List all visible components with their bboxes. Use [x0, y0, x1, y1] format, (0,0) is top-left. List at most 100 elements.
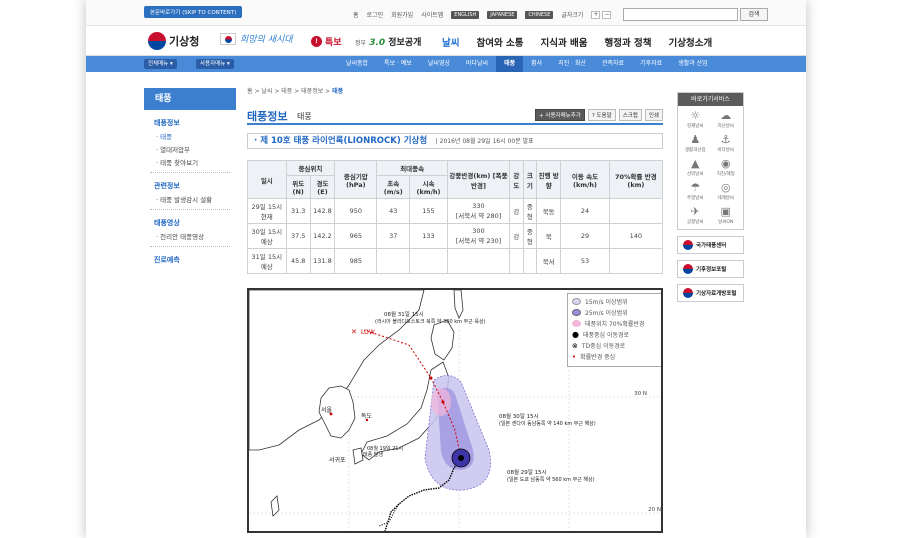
label-30-time: 08월 30일 15시	[499, 412, 539, 420]
banner-typhoon-center[interactable]: 국가태풍센터	[677, 236, 744, 254]
divider	[150, 246, 230, 247]
menu-participation[interactable]: 참여와 소통	[476, 35, 523, 49]
skip-to-content-link[interactable]: 본문바로가기 (SKIP TO CONTENT)	[144, 6, 243, 18]
sub-yellow-dust[interactable]: 황사	[523, 56, 550, 72]
cell-speed: 53	[560, 248, 610, 274]
menu-policy[interactable]: 행정과 정책	[605, 35, 652, 49]
banner-data-portal[interactable]: 기상자료개방포털	[677, 284, 744, 302]
utility-bar: 본문바로가기 (SKIP TO CONTENT) 홈 로그인 회원가입 사이트맵…	[86, 0, 806, 26]
crumb-typhoon-info[interactable]: 태풍정보	[301, 88, 323, 95]
help-button[interactable]: ? 도움말	[587, 109, 616, 121]
cell-strength: 강	[509, 198, 524, 224]
quick-marine[interactable]: ⚓ 바다날씨	[711, 134, 742, 154]
menu-about[interactable]: 기상청소개	[669, 35, 713, 49]
cell-time: 29일 15시 현재	[247, 198, 287, 224]
seoul-label: 서울	[321, 406, 333, 414]
th-probability: 70%확률 반경 (km)	[608, 160, 664, 199]
lnb-typhoon-info[interactable]: 태풍정보	[154, 118, 236, 128]
sub-climate[interactable]: 기후자료	[632, 56, 670, 72]
lang-japanese[interactable]: JAPANESE	[487, 10, 518, 19]
lnb-item-typhoon[interactable]: · 태풍	[156, 131, 236, 141]
quick-airport[interactable]: ✈ 공항날씨	[680, 206, 711, 226]
page-title: 태풍정보	[247, 110, 288, 123]
quick-life-industry[interactable]: ♟ 생활과산업	[680, 134, 711, 154]
cell-lon: 131.8	[309, 248, 336, 274]
quick-past-weather[interactable]: ☁ 지난날씨	[711, 109, 742, 130]
sub-weather-summary[interactable]: 날씨종합	[338, 56, 376, 72]
quick-label: 현재날씨	[686, 124, 704, 129]
table-row: 31일 15시 예상 45.8 131.8 985 북서 53	[247, 248, 664, 274]
sub-life-industry[interactable]: 생활과 산업	[670, 56, 716, 72]
th-time: 일시	[247, 160, 287, 199]
radius-value: 300	[472, 227, 485, 235]
search-button[interactable]: 검색	[740, 8, 768, 21]
crumb-weather[interactable]: 날씨	[261, 88, 272, 95]
signup-link[interactable]: 회원가입	[391, 10, 413, 19]
font-minus-button[interactable]: −	[602, 10, 612, 19]
lnb-item-typhoon-search[interactable]: · 태풍 찾아보기	[156, 157, 236, 167]
typhoon-track-map[interactable]: ✕ LOW 08월 31일 15시 (러시아 블라디보스토크 북쪽 약 300 …	[247, 288, 663, 533]
lnb-item-satellite[interactable]: · 천리안 태풍영상	[156, 231, 236, 241]
lnb-related-info[interactable]: 관련정보	[154, 181, 236, 191]
sub-earthquake[interactable]: 지진 · 화산	[550, 56, 594, 72]
sub-warning-forecast[interactable]: 특보 · 예보	[376, 56, 420, 72]
print-button[interactable]: 인쇄	[644, 109, 663, 121]
lang-chinese[interactable]: CHINESE	[525, 10, 554, 19]
crumb-typhoon[interactable]: 태풍	[281, 88, 292, 95]
lang-english[interactable]: ENGLISH	[451, 10, 480, 19]
search-input[interactable]	[623, 8, 738, 21]
sub-typhoon[interactable]: 태풍	[496, 56, 524, 72]
cell-time: 30일 15시 예상	[247, 223, 287, 249]
cell-lon: 142.8	[309, 198, 336, 224]
cell-speed: 29	[560, 223, 610, 249]
quick-weekend[interactable]: ☂ 주말날씨	[680, 182, 711, 202]
cloud-icon: ☁	[720, 109, 732, 122]
user-menu-select[interactable]: 사용자메뉴 ▾	[196, 59, 234, 69]
lnb-item-tropical-depression[interactable]: · 열대저압부	[156, 144, 236, 154]
banner-climate-portal[interactable]: 기후정보포털	[677, 260, 744, 278]
sub-weather-video[interactable]: 날씨영상	[420, 56, 458, 72]
quick-service-title: 바로가기서비스	[678, 93, 743, 106]
kma-logo[interactable]: 기상청	[148, 32, 199, 50]
slogan-banner[interactable]: 희망의 새시대	[220, 32, 293, 45]
storm-radius-value: [서북서 약 280]	[455, 212, 502, 220]
slogan-text: 희망의 새시대	[240, 35, 293, 45]
cell-radius: 300 [서북서 약 230]	[446, 223, 511, 249]
quick-current-weather[interactable]: ☼ 현재날씨	[680, 110, 711, 130]
lnb-item-monitoring[interactable]: · 태풍 발생감시 설황	[156, 194, 236, 204]
low-label: LOW	[361, 329, 375, 336]
special-report-link[interactable]: ! 특보	[311, 35, 342, 48]
label-19-desc: 태풍 발생	[363, 451, 383, 458]
home-link[interactable]: 홈	[353, 10, 359, 19]
crumb-home[interactable]: 홈	[247, 88, 253, 95]
special-report-label: 특보	[325, 38, 342, 48]
lnb-title: 태풍	[144, 88, 236, 110]
cell-kmh: 155	[409, 198, 448, 224]
lnb-typhoon-video[interactable]: 태풍영상	[154, 218, 236, 228]
quick-earthquake[interactable]: ◉ 지진/해일	[711, 158, 742, 178]
add-user-menu-button[interactable]: + 사용자메뉴추가	[535, 109, 585, 121]
all-menu-select[interactable]: 전체메뉴 ▾	[144, 59, 177, 69]
cell-direction: 북	[536, 223, 562, 249]
menu-knowledge[interactable]: 지식과 배움	[541, 35, 588, 49]
font-plus-button[interactable]: +	[591, 10, 601, 19]
quick-world[interactable]: ◎ 세계날씨	[711, 182, 742, 202]
label-29-time: 08월 29일 15시	[507, 468, 547, 476]
left-nav: 태풍 태풍정보 · 태풍 · 열대저압부 · 태풍 찾아보기 관련정보 · 태풍…	[144, 88, 236, 265]
cell-direction: 북서	[536, 248, 562, 274]
cell-strength	[509, 248, 524, 274]
gov3-info-link[interactable]: 정부 3.0 정보공개	[355, 35, 421, 48]
table-row: 30일 15시 예상 37.5 142.2 965 37 133 300 [서북서…	[247, 223, 664, 249]
sub-marine[interactable]: 바다날씨	[458, 56, 496, 72]
lnb-track-prediction[interactable]: 진로예측	[154, 255, 236, 265]
login-link[interactable]: 로그인	[367, 10, 384, 19]
sitemap-link[interactable]: 사이트맵	[421, 10, 443, 19]
legend-item: 25m/s 이상범위	[572, 308, 661, 317]
menu-weather[interactable]: 날씨	[442, 35, 459, 49]
cell-lat: 31.3	[285, 198, 311, 224]
mountain-icon: ▲	[691, 157, 700, 170]
scrap-button[interactable]: 스크랩	[618, 109, 642, 121]
quick-mountain[interactable]: ▲ 산악날씨	[680, 157, 711, 178]
sub-observation[interactable]: 관측자료	[594, 56, 632, 72]
quick-weather-on[interactable]: ▣ 날씨ON	[711, 206, 742, 226]
